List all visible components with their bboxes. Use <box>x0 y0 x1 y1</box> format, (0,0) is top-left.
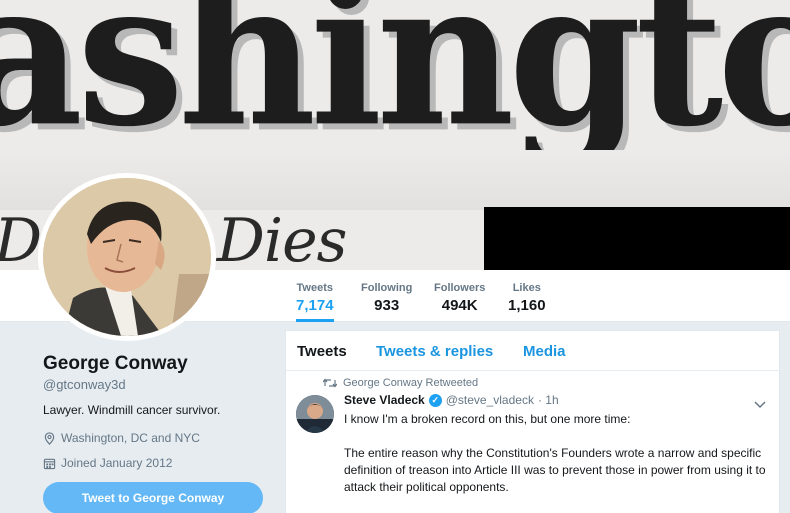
tab-tweets-replies[interactable]: Tweets & replies <box>376 343 493 360</box>
profile-handle[interactable]: @gtconway3d <box>43 377 126 392</box>
tweet-paragraph: The entire reason why the Constitution's… <box>344 446 766 494</box>
tweet-avatar-image <box>296 395 334 433</box>
tab-tweets[interactable]: Tweets <box>297 343 347 360</box>
stat-following[interactable]: Following 933 <box>361 282 412 314</box>
avatar-image <box>43 178 211 336</box>
profile-location: Washington, DC and NYC <box>43 431 200 445</box>
stat-value: 7,174 <box>296 297 334 314</box>
stat-label: Followers <box>434 282 486 294</box>
timeline-panel: Tweets Tweets & replies Media George Con… <box>285 330 780 513</box>
stat-label: Tweets <box>296 282 334 294</box>
stat-tweets[interactable]: Tweets 7,174 <box>296 282 334 322</box>
stat-value: 1,160 <box>508 297 546 314</box>
banner-redaction-bar <box>484 207 790 270</box>
banner-masthead: ashingto <box>0 0 790 171</box>
verified-icon: ✓ <box>428 393 442 407</box>
stat-value: 494K <box>441 297 478 314</box>
profile-page: ashingto ashingto De acu Dies Tweets 7,1… <box>0 0 790 513</box>
location-icon <box>44 431 55 445</box>
tweet-timestamp[interactable]: · 1h <box>538 393 559 407</box>
tweet-text: I know I'm a broken record on this, but … <box>344 411 774 513</box>
avatar-illustration <box>43 178 211 336</box>
calendar-icon <box>43 458 56 469</box>
profile-joined: Joined January 2012 <box>43 456 172 470</box>
profile-name[interactable]: George Conway <box>43 353 188 375</box>
tweet-paragraph: I know I'm a broken record on this, but … <box>344 412 631 426</box>
stat-label: Following <box>361 282 413 294</box>
tweet-author-handle[interactable]: @steve_vladeck <box>446 393 534 407</box>
tweet-to-button[interactable]: Tweet to George Conway <box>43 482 263 513</box>
joined-text: Joined January 2012 <box>61 456 173 470</box>
tweet-author-name[interactable]: Steve Vladeck <box>344 393 425 407</box>
chevron-down-icon[interactable] <box>753 397 767 411</box>
location-text: Washington, DC and NYC <box>61 431 200 445</box>
retweet-context-text[interactable]: George Conway Retweeted <box>343 377 478 389</box>
stat-label: Likes <box>512 282 541 294</box>
tweet-item[interactable]: George Conway Retweeted Steve Vladeck ✓ … <box>286 371 779 513</box>
stat-likes[interactable]: Likes 1,160 <box>508 282 546 314</box>
retweet-icon <box>323 378 337 388</box>
tweet-author-avatar[interactable] <box>296 395 334 433</box>
profile-avatar[interactable] <box>38 173 216 341</box>
timeline-tabs: Tweets Tweets & replies Media <box>286 331 779 371</box>
tab-media[interactable]: Media <box>523 343 566 360</box>
stat-followers[interactable]: Followers 494K <box>434 282 485 314</box>
retweet-context: George Conway Retweeted <box>323 377 478 389</box>
stat-value: 933 <box>374 297 400 314</box>
profile-bio: Lawyer. Windmill cancer survivor. <box>43 403 221 417</box>
tweet-header: Steve Vladeck ✓ @steve_vladeck · 1h <box>344 393 559 407</box>
